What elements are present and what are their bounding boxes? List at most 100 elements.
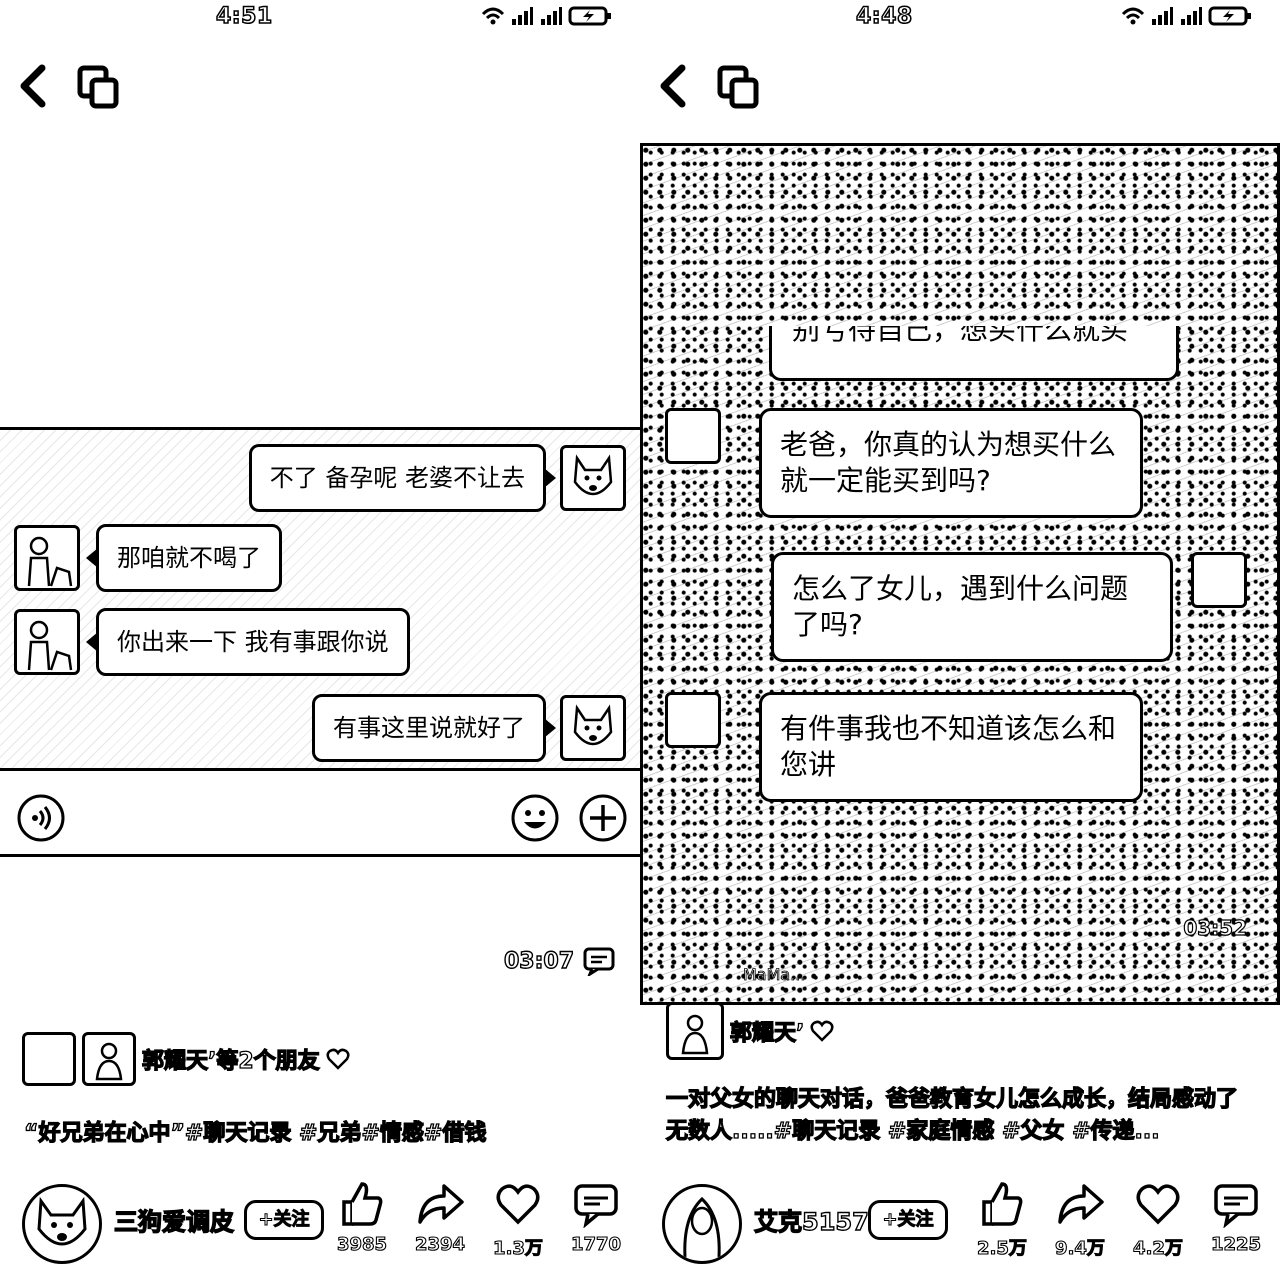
message-bubble: 你出来一下 我有事跟你说 xyxy=(86,608,410,676)
signal-icon xyxy=(541,7,562,25)
wifi-icon xyxy=(1121,7,1145,25)
status-time: 4:48 xyxy=(855,3,913,30)
signal-icon xyxy=(512,7,533,25)
left-screen: 4:51 不了 备孕呢 老婆不让去 那咱就不喝了 你出来一下 我有事跟你说 有事… xyxy=(0,0,640,1280)
message-bubble: 怎么了女儿，遇到什么问题了吗? xyxy=(771,552,1173,662)
thumbs-up-icon xyxy=(342,1182,383,1226)
comment-count: 1225 xyxy=(1210,1233,1262,1255)
battery-icon xyxy=(1208,6,1251,26)
message-bubble: 有事这里说就好了 xyxy=(312,694,556,762)
friends-text: 郭耀天’等2个朋友 xyxy=(141,1048,320,1074)
person-avatar-icon xyxy=(681,1014,709,1055)
heart-icon xyxy=(496,1184,540,1225)
voice-icon[interactable] xyxy=(16,793,66,843)
message-text: 怎么了女儿，遇到什么问题了吗? xyxy=(792,572,1129,641)
chat-screenshot: 不了 备孕呢 老婆不让去 那咱就不喝了 你出来一下 我有事跟你说 有事这里说就好… xyxy=(0,427,640,857)
share-arrow-icon xyxy=(418,1184,464,1224)
copy-icon[interactable] xyxy=(714,64,762,110)
dog-avatar-icon xyxy=(573,454,613,496)
plus-icon[interactable] xyxy=(578,793,628,843)
status-bar: 4:51 xyxy=(0,0,640,36)
message-bubble: 有件事我也不知道该怎么和您讲 xyxy=(759,692,1143,802)
message-bubble: 老爸，你真的认为想买什么就一定能买到吗? xyxy=(759,408,1143,518)
author-row: 艾克5157 +关注 2.5万 9.4万 4.2万 1225 xyxy=(640,1180,1280,1270)
dog-avatar-icon xyxy=(37,1196,87,1246)
friends-liked-row[interactable]: 郭耀天’等2个朋友 xyxy=(22,1032,350,1086)
chat-message-right: 有事这里说就好了 xyxy=(312,694,626,762)
friends-liked-row[interactable]: 郭耀天’ xyxy=(666,1002,834,1060)
like-button[interactable]: 3985 xyxy=(324,1180,400,1266)
thumbs-up-icon xyxy=(982,1182,1023,1226)
status-bar: 4:48 xyxy=(640,0,1280,36)
avatar xyxy=(14,525,80,591)
comment-button[interactable]: 1225 xyxy=(1198,1180,1274,1266)
duration-text: 03:07 xyxy=(503,948,575,974)
favorite-button[interactable]: 1.3万 xyxy=(480,1180,556,1266)
comment-button[interactable]: 1770 xyxy=(558,1180,634,1266)
video-player[interactable]: 别亏待自己，想买什么就买 老爸，你真的认为想买什么就一定能买到吗? 怎么了女儿，… xyxy=(640,143,1280,1005)
author-name[interactable]: 三狗爱调皮 xyxy=(113,1202,234,1237)
status-icons xyxy=(1121,6,1252,26)
comment-icon xyxy=(1214,1184,1258,1228)
friend-avatar xyxy=(82,1032,136,1086)
message-bubble-cut: 别亏待自己，想买什么就买 xyxy=(769,326,1179,381)
comment-icon xyxy=(574,1184,618,1228)
follow-button[interactable]: +关注 xyxy=(244,1200,324,1240)
message-text: 不了 备孕呢 老婆不让去 xyxy=(269,464,525,492)
author-avatar[interactable] xyxy=(662,1184,742,1264)
heart-icon xyxy=(1136,1184,1180,1225)
danmaku-icon[interactable] xyxy=(582,946,616,976)
status-icons xyxy=(481,6,612,26)
share-button[interactable]: 9.4万 xyxy=(1042,1180,1118,1266)
chevron-left-icon[interactable] xyxy=(14,62,54,110)
video-caption[interactable]: “好兄弟在心中”#聊天记录 #兄弟#情感#借钱 xyxy=(23,1118,624,1150)
copy-icon[interactable] xyxy=(74,64,122,110)
avatar xyxy=(665,408,721,464)
battery-icon xyxy=(568,6,611,26)
author-avatar[interactable] xyxy=(22,1184,102,1264)
message-text: 你出来一下 我有事跟你说 xyxy=(117,628,389,656)
emoji-icon[interactable] xyxy=(510,793,560,843)
friend-avatar xyxy=(22,1032,76,1086)
message-bubble: 那咱就不喝了 xyxy=(86,524,282,592)
right-screen: 4:48 别亏待自己，想买什么就买 老爸，你真的认为想买什么就一定能买到吗? 怎… xyxy=(640,0,1280,1280)
signal-icon xyxy=(1152,7,1173,25)
chat-message-left: 你出来一下 我有事跟你说 xyxy=(14,608,410,676)
message-text: 有件事我也不知道该怎么和您讲 xyxy=(780,712,1117,781)
share-count: 9.4万 xyxy=(1054,1237,1105,1259)
wifi-icon xyxy=(481,7,505,25)
chat-input-bar xyxy=(0,768,640,854)
heart-icon xyxy=(326,1048,350,1070)
video-caption[interactable]: 一对父女的聊天对话，爸爸教育女儿怎么成长，结局感动了无数人.....#聊天记录 … xyxy=(665,1084,1256,1148)
heart-icon xyxy=(810,1020,834,1042)
like-count: 2.5万 xyxy=(976,1237,1027,1259)
favorite-count: 4.2万 xyxy=(1132,1237,1183,1259)
chat-area: 不了 备孕呢 老婆不让去 那咱就不喝了 你出来一下 我有事跟你说 有事这里说就好… xyxy=(0,430,640,770)
avatar xyxy=(1191,552,1247,608)
friends-text: 郭耀天’ xyxy=(729,1020,805,1046)
message-bubble: 不了 备孕呢 老婆不让去 xyxy=(248,444,557,512)
follow-button[interactable]: +关注 xyxy=(868,1200,948,1240)
chevron-left-icon[interactable] xyxy=(654,62,694,110)
avatar xyxy=(560,695,626,761)
share-arrow-icon xyxy=(1058,1184,1104,1224)
video-duration: 03:07 xyxy=(503,946,616,976)
comment-count: 1770 xyxy=(570,1233,622,1255)
video-overlay-text: MaMa... xyxy=(743,965,806,985)
author-name[interactable]: 艾克5157 xyxy=(753,1202,869,1237)
message-text: 别亏待自己，想买什么就买 xyxy=(792,326,1129,346)
chat-message-left: 那咱就不喝了 xyxy=(14,524,282,592)
message-text: 那咱就不喝了 xyxy=(117,544,261,572)
author-row: 三狗爱调皮 +关注 3985 2394 1.3万 1770 xyxy=(0,1180,640,1270)
video-time: 03:52 xyxy=(1183,915,1248,940)
avatar xyxy=(560,445,626,511)
share-button[interactable]: 2394 xyxy=(402,1180,478,1266)
favorite-button[interactable]: 4.2万 xyxy=(1120,1180,1196,1266)
avatar xyxy=(665,692,721,748)
signal-icon xyxy=(1181,7,1202,25)
favorite-count: 1.3万 xyxy=(492,1237,543,1259)
avatar xyxy=(14,609,80,675)
chat-message-right: 不了 备孕呢 老婆不让去 xyxy=(248,444,626,512)
like-button[interactable]: 2.5万 xyxy=(964,1180,1040,1266)
status-time: 4:51 xyxy=(215,3,273,30)
